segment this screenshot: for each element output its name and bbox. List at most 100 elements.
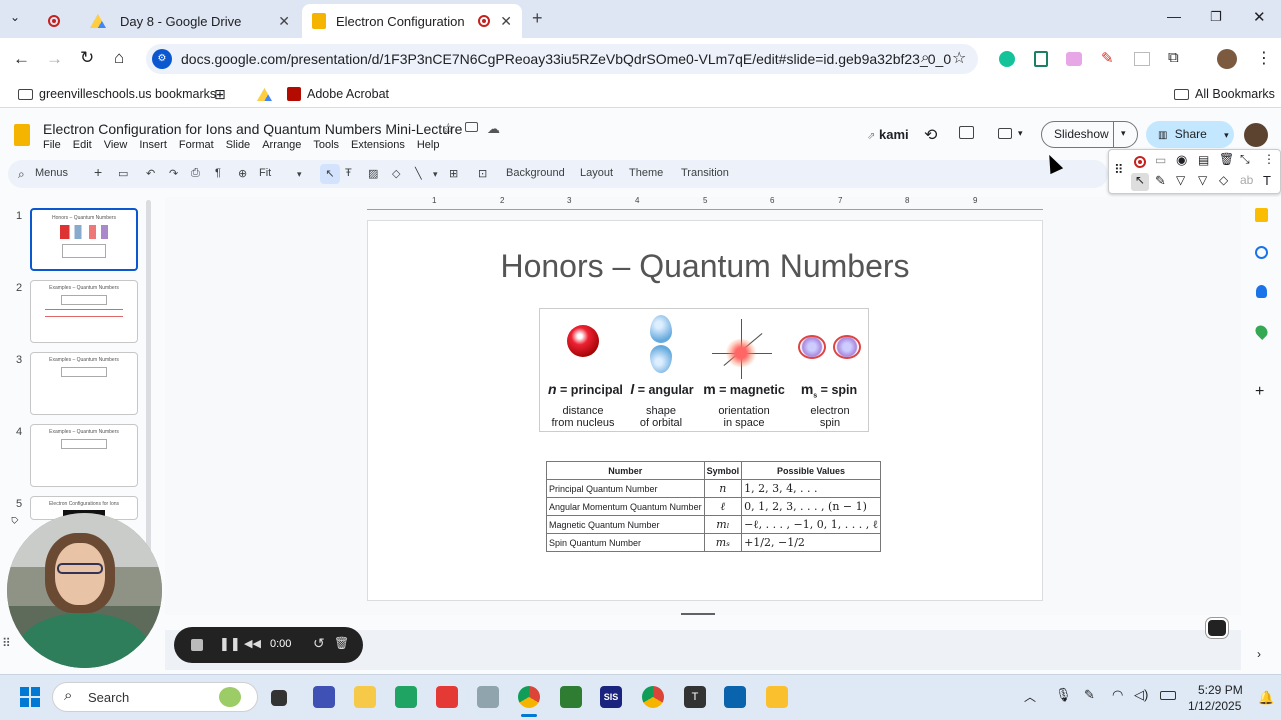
outlook-icon[interactable] [724, 686, 746, 708]
slideshow-dropdown-icon[interactable]: ▾ [1121, 128, 1126, 139]
chevron-right-icon[interactable]: › [1257, 647, 1261, 661]
forward-icon[interactable]: → [46, 49, 63, 69]
webcam-video[interactable] [7, 513, 162, 668]
file-explorer-icon[interactable] [354, 686, 376, 708]
app-icon[interactable] [395, 686, 417, 708]
all-bookmarks[interactable]: All Bookmarks [1174, 87, 1275, 101]
drag-handle-icon[interactable]: ⠿ [1114, 162, 1124, 178]
close-icon[interactable]: ✕ [500, 13, 512, 30]
windows-start-icon[interactable] [20, 687, 40, 707]
extensions-puzzle-icon[interactable]: ⧉ [1168, 49, 1179, 66]
shape-icon[interactable]: ◇ [392, 167, 400, 180]
apps-grid-icon[interactable]: ⊞ [214, 86, 226, 103]
assistant-icon[interactable] [1206, 618, 1228, 638]
rewind-button[interactable]: ◀◀ [244, 637, 261, 650]
menu-file[interactable]: File [43, 139, 61, 151]
battery-icon[interactable] [1160, 691, 1176, 700]
sis-icon[interactable]: SIS [600, 686, 622, 708]
slide-title[interactable]: Honors – Quantum Numbers [367, 248, 1043, 285]
slides-logo-icon[interactable] [14, 124, 30, 146]
layout-button[interactable]: Layout [580, 167, 613, 179]
layout-icon[interactable]: ▭ [118, 167, 128, 180]
tab-slides[interactable]: Electron Configuration for I ✕ [302, 4, 522, 38]
image-icon[interactable]: ▨ [368, 167, 378, 180]
menus-button[interactable]: Menus [35, 167, 68, 179]
speaker-notes-handle[interactable] [681, 613, 715, 615]
theme-button[interactable]: Theme [629, 167, 663, 179]
new-slide-icon[interactable]: + [94, 164, 102, 180]
slide-thumbnail-2[interactable]: Examples – Quantum Numbers [30, 280, 138, 343]
tab-recorder[interactable] [38, 4, 76, 38]
bookmark-star-icon[interactable]: ☆ [952, 48, 966, 68]
profile-avatar[interactable] [1217, 49, 1237, 69]
new-tab-button[interactable]: + [532, 8, 543, 29]
app-icon[interactable] [766, 686, 788, 708]
menu-help[interactable]: Help [417, 139, 440, 151]
move-folder-icon[interactable] [465, 122, 478, 132]
taskbar-search[interactable]: ⌕ Search [52, 682, 258, 712]
quantum-numbers-table[interactable]: Number Symbol Possible Values Principal … [546, 461, 881, 552]
text-tool-icon[interactable]: T [1263, 173, 1271, 188]
redo-icon[interactable]: ↷ [169, 167, 178, 180]
document-title[interactable]: Electron Configuration for Ions and Quan… [43, 121, 462, 137]
marker-icon[interactable]: ▽ [1198, 173, 1207, 187]
drive-bookmark-icon[interactable] [257, 88, 272, 101]
eye-icon[interactable]: ◉ [1176, 152, 1187, 168]
reload-icon[interactable]: ↻ [80, 48, 94, 68]
extension-grammarly-icon[interactable] [999, 51, 1015, 67]
zoom-icon[interactable]: ⊕ [238, 167, 247, 180]
maps-icon[interactable] [1253, 323, 1270, 340]
maximize-button[interactable]: ❐ [1210, 9, 1222, 25]
kami-logo[interactable]: ⇗ kami [867, 127, 909, 142]
bookmark-adobe-acrobat[interactable]: Adobe Acrobat [287, 87, 389, 101]
microphone-icon[interactable]: 🎙 [1055, 687, 1072, 703]
chrome-icon[interactable] [518, 686, 540, 708]
version-history-icon[interactable]: ⟲ [924, 125, 937, 145]
insert-icon[interactable]: ⊞ [449, 167, 458, 180]
app-icon[interactable] [313, 686, 335, 708]
chevron-down-icon[interactable]: ▾ [1018, 128, 1023, 139]
tab-google-drive[interactable]: Day 8 - Google Drive ✕ [80, 4, 300, 38]
trash-icon[interactable]: 🗑 [1219, 152, 1234, 166]
chrome-icon[interactable] [642, 686, 664, 708]
delete-button[interactable]: 🗑 [334, 636, 349, 650]
highlighter-icon[interactable]: ▽ [1176, 173, 1185, 187]
chevron-down-icon[interactable]: ▾ [1224, 130, 1229, 140]
restart-button[interactable]: ↺ [313, 635, 325, 652]
app-icon[interactable] [477, 686, 499, 708]
screen-icon[interactable]: ▭ [1155, 153, 1166, 167]
text-box-icon[interactable]: Ŧ [345, 167, 352, 179]
paint-format-icon[interactable]: ¶ [215, 167, 221, 179]
account-avatar[interactable] [1244, 123, 1268, 147]
line-icon[interactable]: ╲ [415, 167, 422, 180]
meet-icon[interactable] [998, 128, 1012, 139]
site-info-icon[interactable]: ⚙ [152, 49, 172, 69]
close-icon[interactable]: ✕ [278, 13, 290, 30]
zoom-icon[interactable]: ⌕ [921, 49, 929, 66]
minimize-button[interactable]: — [1167, 8, 1181, 24]
eraser-icon[interactable]: ◇ [1219, 173, 1228, 187]
menu-view[interactable]: View [104, 139, 128, 151]
app-icon[interactable]: T [684, 686, 706, 708]
save-icon[interactable]: ▤ [1198, 153, 1209, 167]
clock-date[interactable]: 1/12/2025 [1188, 699, 1241, 713]
collapse-icon[interactable]: ⤡ [1240, 152, 1250, 167]
more-icon[interactable]: ⋮ [1263, 152, 1275, 166]
contacts-icon[interactable] [1256, 285, 1267, 298]
clock-time[interactable]: 5:29 PM [1198, 683, 1243, 697]
app-icon[interactable] [560, 686, 582, 708]
speaker-icon[interactable]: ◁) [1134, 687, 1148, 703]
browser-menu-icon[interactable]: ⋮ [1256, 48, 1272, 68]
drag-handle-icon[interactable]: ⠿ [2, 636, 11, 650]
stop-button[interactable] [191, 639, 203, 651]
search-icon[interactable]: ⌕ [18, 167, 25, 182]
notifications-icon[interactable]: 🔔 [1258, 690, 1274, 706]
menu-slide[interactable]: Slide [226, 139, 250, 151]
share-button[interactable]: ▥ Share ▾ [1146, 121, 1234, 148]
slide-thumbnail-4[interactable]: Examples – Quantum Numbers [30, 424, 138, 487]
wifi-icon[interactable]: ◠ [1112, 687, 1123, 703]
cloud-saved-icon[interactable]: ☁ [487, 121, 500, 137]
menu-tools[interactable]: Tools [313, 139, 339, 151]
slide-thumbnail-3[interactable]: Examples – Quantum Numbers [30, 352, 138, 415]
cursor-tool-icon[interactable]: ↖ [1131, 173, 1149, 191]
